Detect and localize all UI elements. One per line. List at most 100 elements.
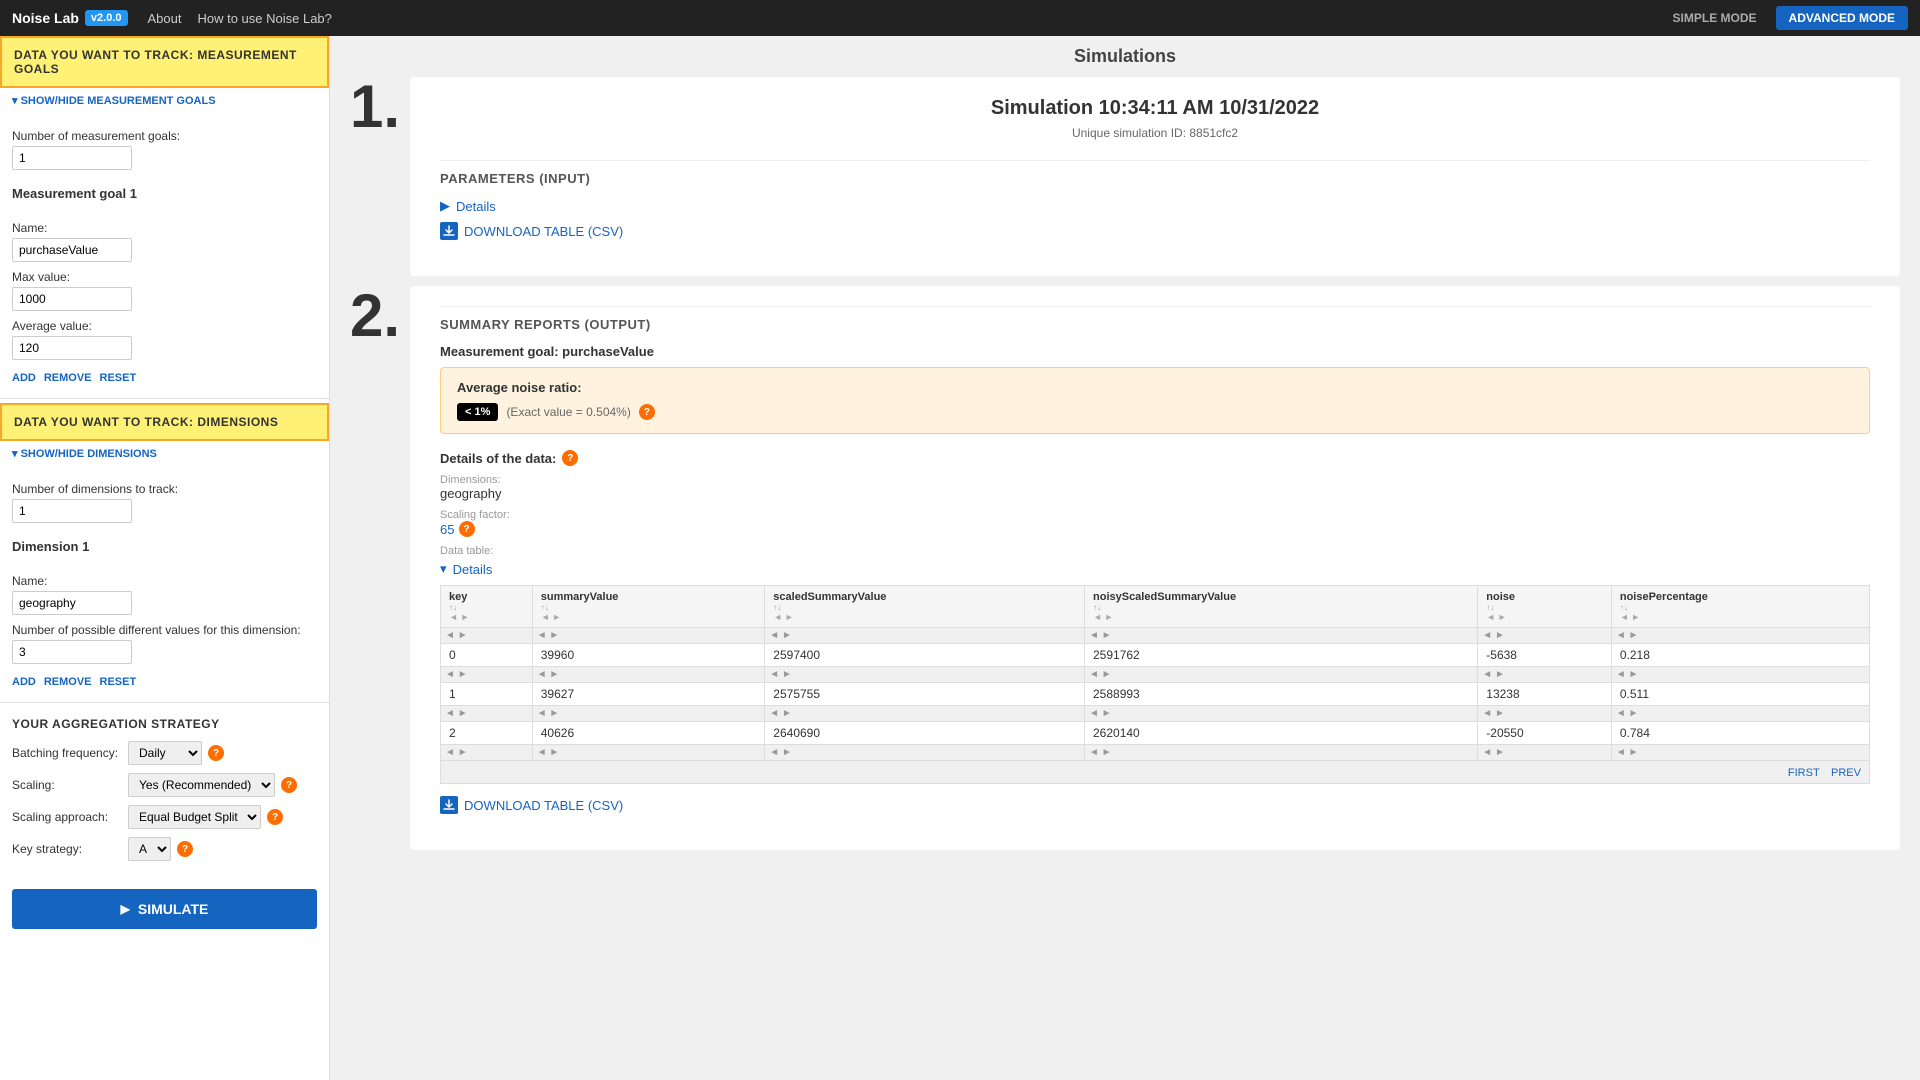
how-to-link[interactable]: How to use Noise Lab? bbox=[197, 11, 331, 26]
main-layout: DATA YOU WANT TO TRACK: MEASUREMENT GOAL… bbox=[0, 36, 1920, 1080]
reset-goal-link[interactable]: RESET bbox=[100, 372, 137, 384]
params-title: PARAMETERS (INPUT) bbox=[440, 160, 1870, 186]
col-noise: noise ↑↓ ◄ ► bbox=[1478, 586, 1612, 628]
dimensions-label: Dimensions: bbox=[440, 474, 1870, 486]
scaling-select[interactable]: Yes (Recommended) No bbox=[128, 773, 275, 797]
summary-section: Measurement goal: purchaseValue Average … bbox=[440, 344, 1870, 814]
scaling-approach-row: Scaling approach: Equal Budget Split Cus… bbox=[12, 805, 317, 829]
goal1-fields: Name: Max value: Average value: bbox=[0, 205, 329, 368]
goal-action-links: ADD REMOVE RESET bbox=[0, 368, 329, 394]
table-row: 03996025974002591762-56380.218 bbox=[441, 644, 1870, 667]
avg-noise-label: Average noise ratio: bbox=[457, 380, 1853, 395]
step1-number: 1. bbox=[330, 67, 410, 137]
step2-number: 2. bbox=[330, 276, 410, 346]
scaling-help-icon[interactable]: ? bbox=[281, 777, 297, 793]
num-dims-label: Number of dimensions to track: bbox=[12, 482, 317, 496]
col-scaled-summary: scaledSummaryValue ↑↓ ◄ ► bbox=[765, 586, 1085, 628]
goal1-avg-input[interactable] bbox=[12, 336, 132, 360]
simulate-label: SIMULATE bbox=[138, 901, 209, 917]
cell-r1-c4: 13238 bbox=[1478, 683, 1612, 706]
cell-r2-c2: 2640690 bbox=[765, 722, 1085, 745]
col-summary-value: summaryValue ↑↓ ◄ ► bbox=[532, 586, 765, 628]
table-nav-row-top: ◄ ► ◄ ► ◄ ► ◄ ► ◄ ► ◄ ► bbox=[441, 628, 1870, 644]
goal1-name-input[interactable] bbox=[12, 238, 132, 262]
first-page-btn[interactable]: FIRST bbox=[1788, 767, 1820, 779]
key-strategy-row: Key strategy: A B ? bbox=[12, 837, 317, 861]
summary-title: SUMMARY REPORTS (OUTPUT) bbox=[440, 306, 1870, 332]
download-csv-bottom-link[interactable]: DOWNLOAD TABLE (CSV) bbox=[440, 796, 1870, 814]
goal1-title: Measurement goal 1 bbox=[0, 178, 329, 205]
table-details-toggle[interactable]: ▾ Details bbox=[440, 561, 1870, 577]
prev-page-btn[interactable]: PREV bbox=[1831, 767, 1861, 779]
table-row: 13962725757552588993132380.511 bbox=[441, 683, 1870, 706]
about-link[interactable]: About bbox=[148, 11, 182, 26]
remove-goal-link[interactable]: REMOVE bbox=[44, 372, 92, 384]
scaling-factor-help-icon[interactable]: ? bbox=[459, 521, 475, 537]
num-goals-label: Number of measurement goals: bbox=[12, 129, 317, 143]
simple-mode-button[interactable]: SIMPLE MODE bbox=[1660, 6, 1770, 30]
noise-badge: < 1% bbox=[457, 403, 498, 421]
cell-r0-c2: 2597400 bbox=[765, 644, 1085, 667]
scaling-label: Scaling: bbox=[12, 778, 122, 792]
batch-help-icon[interactable]: ? bbox=[208, 745, 224, 761]
goal1-max-label: Max value: bbox=[12, 270, 317, 284]
dim-action-links: ADD REMOVE RESET bbox=[0, 672, 329, 698]
table-nav-row: ◄ ►◄ ►◄ ►◄ ►◄ ►◄ ► bbox=[441, 667, 1870, 683]
add-goal-link[interactable]: ADD bbox=[12, 372, 36, 384]
remove-dim-link[interactable]: REMOVE bbox=[44, 676, 92, 688]
summary-container: SUMMARY REPORTS (OUTPUT) Measurement goa… bbox=[410, 286, 1900, 850]
table-nav-row-bottom: FIRST PREV bbox=[441, 761, 1870, 784]
data-table: key ↑↓ ◄ ► summaryValue ↑↓ ◄ ► bbox=[440, 585, 1870, 784]
show-hide-dims-link[interactable]: ▾ SHOW/HIDE DIMENSIONS bbox=[0, 441, 329, 466]
cell-r1-c2: 2575755 bbox=[765, 683, 1085, 706]
dims-section: Number of dimensions to track: bbox=[0, 466, 329, 531]
scaling-approach-label: Scaling approach: bbox=[12, 810, 122, 824]
params-details-toggle[interactable]: ▶ Details bbox=[440, 198, 1870, 214]
left-panel: DATA YOU WANT TO TRACK: MEASUREMENT GOAL… bbox=[0, 36, 330, 1080]
col-key: key ↑↓ ◄ ► bbox=[441, 586, 533, 628]
download-csv-icon bbox=[440, 222, 458, 240]
batch-label: Batching frequency: bbox=[12, 746, 122, 760]
aggregation-section: YOUR AGGREGATION STRATEGY Batching frequ… bbox=[0, 707, 329, 879]
app-name: Noise Lab bbox=[12, 10, 79, 26]
dim1-possible-input[interactable] bbox=[12, 640, 132, 664]
scaling-approach-select[interactable]: Equal Budget Split Custom bbox=[128, 805, 261, 829]
cell-r2-c4: -20550 bbox=[1478, 722, 1612, 745]
scaling-factor-label: Scaling factor: bbox=[440, 509, 1870, 521]
download-csv-link[interactable]: DOWNLOAD TABLE (CSV) bbox=[440, 222, 1870, 240]
data-table-wrapper: key ↑↓ ◄ ► summaryValue ↑↓ ◄ ► bbox=[440, 585, 1870, 784]
cell-r1-c3: 2588993 bbox=[1085, 683, 1478, 706]
section1-header: DATA YOU WANT TO TRACK: MEASUREMENT GOAL… bbox=[0, 36, 329, 88]
simulations-header: Simulations bbox=[330, 36, 1920, 67]
cell-r0-c3: 2591762 bbox=[1085, 644, 1478, 667]
data-details-title: Details of the data: ? bbox=[440, 450, 1870, 466]
dim1-name-input[interactable] bbox=[12, 591, 132, 615]
agg-title: YOUR AGGREGATION STRATEGY bbox=[12, 717, 317, 731]
details-help-icon[interactable]: ? bbox=[562, 450, 578, 466]
table-nav-row: ◄ ►◄ ►◄ ►◄ ►◄ ►◄ ► bbox=[441, 745, 1870, 761]
reset-dim-link[interactable]: RESET bbox=[100, 676, 137, 688]
num-goals-input[interactable] bbox=[12, 146, 132, 170]
bottom-download: DOWNLOAD TABLE (CSV) bbox=[440, 796, 1870, 814]
col-noisy-scaled: noisyScaledSummaryValue ↑↓ ◄ ► bbox=[1085, 586, 1478, 628]
chevron-right-icon: ▶ bbox=[440, 198, 450, 214]
top-nav: Noise Lab v2.0.0 About How to use Noise … bbox=[0, 0, 1920, 36]
simulate-button[interactable]: ▶ SIMULATE bbox=[12, 889, 317, 929]
batch-select[interactable]: Daily Weekly bbox=[128, 741, 202, 765]
key-strategy-select[interactable]: A B bbox=[128, 837, 171, 861]
cell-r1-c1: 39627 bbox=[532, 683, 765, 706]
download-csv-bottom-icon bbox=[440, 796, 458, 814]
chevron-down-icon: ▾ bbox=[440, 561, 447, 577]
show-hide-goals-link[interactable]: ▾ SHOW/HIDE MEASUREMENT GOALS bbox=[0, 88, 329, 113]
goal1-max-input[interactable] bbox=[12, 287, 132, 311]
sim-title: Simulation 10:34:11 AM 10/31/2022 bbox=[440, 97, 1870, 120]
num-dims-input[interactable] bbox=[12, 499, 132, 523]
scaling-row: Scaling: Yes (Recommended) No ? bbox=[12, 773, 317, 797]
scaling-approach-help-icon[interactable]: ? bbox=[267, 809, 283, 825]
noise-ratio-box: Average noise ratio: < 1% (Exact value =… bbox=[440, 367, 1870, 434]
advanced-mode-button[interactable]: ADVANCED MODE bbox=[1776, 6, 1908, 30]
noise-help-icon[interactable]: ? bbox=[639, 404, 655, 420]
key-strategy-help-icon[interactable]: ? bbox=[177, 841, 193, 857]
add-dim-link[interactable]: ADD bbox=[12, 676, 36, 688]
goal1-avg-label: Average value: bbox=[12, 319, 317, 333]
